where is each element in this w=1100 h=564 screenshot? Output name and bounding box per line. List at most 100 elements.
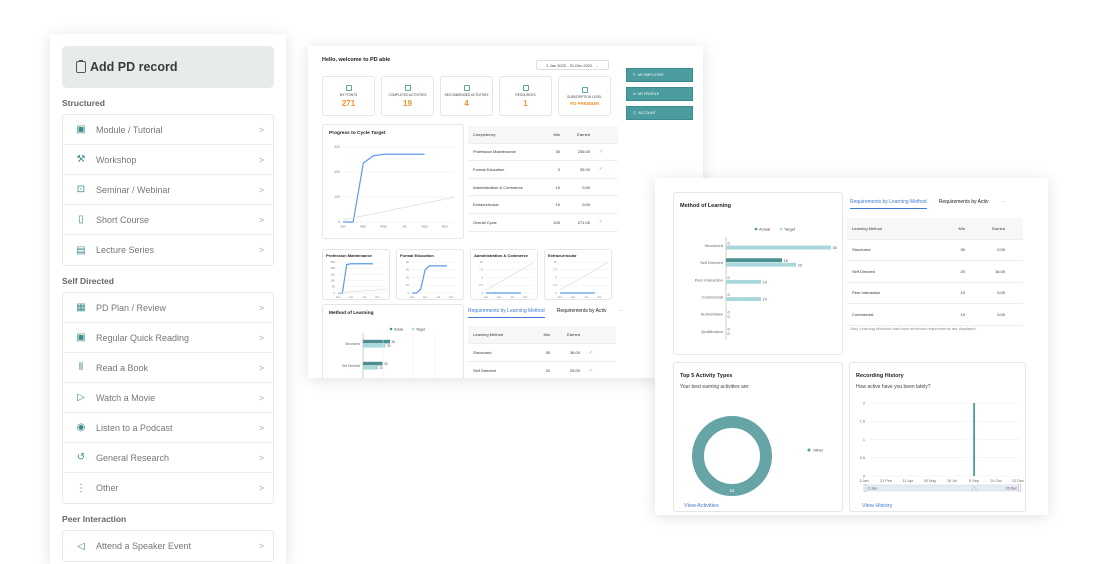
y-tick-label: 7.5 (553, 268, 557, 272)
add-pd-record-button[interactable]: Add PD record (62, 46, 274, 88)
speaker-icon: ◁ (77, 540, 85, 552)
legend-target-marker (779, 227, 783, 231)
method-table-small: Learning Method Min Earned Structured 30 36.0… (468, 326, 616, 378)
chevron-right-icon: > (258, 124, 264, 135)
section-list-self-directed: ▦ PD Plan / Review > ▣ Regular Quick Reading… (62, 292, 274, 504)
sidebar-item-label: Read a Book (96, 362, 149, 373)
sidebar-item-module-tutorial[interactable]: ▣ Module / Tutorial > (63, 115, 273, 145)
x-tick-label: Jul (510, 295, 514, 299)
cell-min: 10 (555, 184, 560, 190)
books-icon: ⫴ (78, 362, 84, 373)
chevron-right-icon: > (258, 452, 264, 463)
my-employer-button[interactable]: ✎ MY EMPLOYER (626, 68, 693, 82)
legend-other-marker (807, 448, 811, 452)
history-icon: ↺ (76, 452, 86, 463)
table-row: Peer Interaction 10 0.00 (847, 283, 1023, 304)
sidebar-item-pd-plan-review[interactable]: ▦ PD Plan / Review > (63, 293, 273, 323)
podcast-icon: ◉ (76, 422, 86, 433)
sidebar-item-label: Module / Tutorial (96, 124, 163, 135)
cell-name: Self Directed (852, 268, 875, 274)
sidebar-item-other[interactable]: ⋮ Other > (63, 473, 273, 503)
dashboard-panel: Hello, welcome to PD able 1 Jan 2022 - 3… (308, 46, 703, 378)
tab-requirements-by-learning-method[interactable]: Requirements by Learning Method (468, 308, 545, 318)
x-tick-label: Oct (375, 295, 380, 299)
donut-slice-other (692, 416, 772, 496)
cell-earned: 16.00 (994, 268, 1005, 274)
x-tick-label: 11 Apr (903, 479, 914, 483)
method-chart-large: Structured 0 30 Self Directed 16 20 Peer Inter… (695, 226, 838, 340)
tab-requirements-by-activ[interactable]: Requirements by Activ (557, 308, 607, 318)
progress-chart-card: Progress to Cycle Target 0 100 200 300 Jan Ma… (322, 124, 464, 239)
x-tick-label: Apr (571, 295, 575, 299)
mini-chart-title: Formal Education (400, 253, 434, 258)
video-icon: ▷ (77, 392, 85, 403)
chevron-right-icon: > (258, 154, 264, 165)
account-button[interactable]: ▢ ACCOUNT (626, 106, 693, 120)
y-tick-label: 300 (334, 145, 340, 149)
sidebar-item-general-research[interactable]: ↺ General Research > (63, 443, 273, 473)
sidebar-item-watch-a-movie[interactable]: ▷ Watch a Movie > (63, 383, 273, 413)
column-header-earned: Earned (992, 225, 1005, 231)
category-label: Qualification (701, 329, 723, 334)
sidebar-item-regular-quick-reading[interactable]: ▣ Regular Quick Reading > (63, 323, 273, 353)
sidebar-item-listen-to-a-podcast[interactable]: ◉ Listen to a Podcast > (63, 413, 273, 443)
chevron-right-icon: > (258, 483, 264, 493)
table-header: Learning Method Min Earned (847, 218, 1023, 240)
method-requirements-table: Learning Method Min Earned Structured 30 0.00… (847, 218, 1023, 326)
sidebar-item-attend-a-speaker-event[interactable]: ◁ Attend a Speaker Event > (63, 531, 273, 561)
x-tick-label: Jul (362, 295, 366, 299)
x-tick-label: Sep (421, 225, 427, 229)
sidebar-item-seminar-webinar[interactable]: ⊡ Seminar / Webinar > (63, 175, 273, 205)
sidebar-item-short-course[interactable]: ▯ Short Course > (63, 205, 273, 235)
y-tick-label: 10 (480, 260, 484, 264)
sidebar-item-label: Listen to a Podcast (96, 422, 173, 433)
method-chart-card: Method of Learning Structured 0 30 Self Dir… (673, 192, 843, 355)
sidebar-item-label: Seminar / Webinar (96, 184, 171, 195)
mini-chart-card-extracurricular: Extracurricular 0 2.5 5 7.5 10 Jan Apr Jul Oct (544, 249, 612, 300)
category-label: Peer Interaction (695, 277, 723, 282)
mini-chart-title: Profession Maintenance (326, 253, 373, 258)
range-navigator[interactable] (864, 484, 1020, 492)
legend-actual-label: Actual (394, 327, 403, 331)
sidebar-item-lecture-series[interactable]: ▤ Lecture Series > (63, 235, 273, 265)
cell-name: Overall Cycle (473, 219, 497, 225)
sidebar-item-workshop[interactable]: ⚒ Workshop > (63, 145, 273, 175)
bar-value-label: 36 (392, 340, 396, 344)
x-tick-label: Mar (360, 225, 367, 229)
column-header-earned: Earned (567, 332, 580, 337)
sidebar-item-label: General Research (96, 452, 170, 463)
check-icon: ✓ (588, 349, 594, 356)
x-tick-label: Jan (410, 295, 415, 299)
cell-min: 0 (557, 166, 560, 172)
series-line-target (485, 261, 535, 291)
my-profile-button[interactable]: ⊙ MY PROFILE (626, 87, 693, 101)
top5-subtitle: Your best earning activities are: (680, 384, 750, 390)
range-handle-left[interactable] (863, 484, 867, 492)
tabs-more-button[interactable]: ··· (618, 308, 623, 318)
stat-label: RESOURCES (515, 92, 536, 97)
more-vertical-icon: ⋮ (76, 482, 86, 494)
stat-value: PD PREMIUM (570, 100, 599, 106)
date-range-select[interactable]: 1 Jan 2022 - 31 Dec 2022 ⌄ (536, 60, 609, 70)
add-pd-record-label: Add PD record (90, 60, 178, 74)
view-history-link[interactable]: View History (862, 503, 892, 509)
tab-requirements-by-learning-method[interactable]: Requirements by Learning Method (850, 199, 927, 209)
cell-min: 10 (960, 311, 965, 317)
stat-icon (522, 84, 529, 91)
category-label: Self Directed (700, 260, 723, 265)
stat-card-subscription-level: SUBSCRIPTION LEVEL PD PREMIUM (558, 76, 611, 116)
tabs-more-button[interactable]: ··· (1000, 199, 1005, 209)
bar-value-label: 10 (763, 297, 768, 302)
tab-requirements-by-activ[interactable]: Requirements by Activ (939, 199, 989, 209)
cell-name: Profession Maintenance (473, 149, 516, 155)
view-activities-link[interactable]: View Activities (684, 503, 719, 509)
bar-value-label: 0 (728, 331, 731, 336)
cell-earned: 0.00 (582, 202, 590, 208)
bar-target-self-directed (363, 366, 378, 370)
bar-actual-self-directed (726, 258, 782, 263)
sidebar-item-read-a-book[interactable]: ⫴ Read a Book > (63, 353, 273, 383)
x-tick-label: Jul (436, 295, 440, 299)
legend-actual-label: Actual (759, 226, 770, 231)
range-handle-right[interactable] (1018, 484, 1021, 492)
cell-earned: 0.00 (997, 247, 1005, 253)
